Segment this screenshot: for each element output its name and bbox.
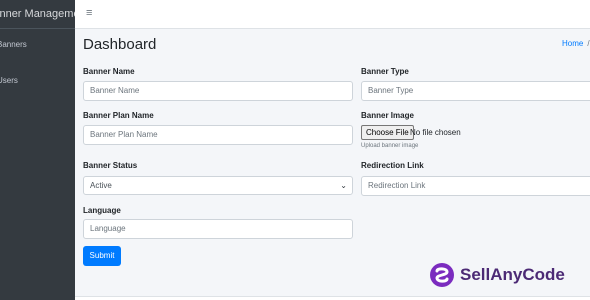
- sellanycode-logo-icon: [430, 263, 454, 287]
- banner-plan-name-input[interactable]: Banner Plan Name: [83, 125, 353, 145]
- banner-status-select[interactable]: Active ⌄: [83, 176, 353, 195]
- redirection-link-input[interactable]: Redirection Link: [361, 176, 590, 196]
- sidebar-item-label: Users: [0, 76, 18, 85]
- sidebar-item-label: Banners: [0, 40, 27, 49]
- sidebar: Banner Management Banners Users: [0, 0, 75, 300]
- page-title: Dashboard: [83, 36, 157, 53]
- banner-name-input[interactable]: Banner Name: [83, 81, 353, 101]
- footer: [75, 296, 590, 300]
- breadcrumb: Home /: [562, 39, 590, 48]
- sidebar-item-banners[interactable]: Banners: [0, 40, 27, 49]
- breadcrumb-separator: /: [587, 39, 590, 48]
- choose-file-button[interactable]: Choose File: [361, 125, 414, 140]
- banner-status-label: Banner Status: [83, 161, 138, 170]
- banner-image-label: Banner Image: [361, 111, 414, 120]
- banner-type-input[interactable]: Banner Type: [361, 81, 590, 101]
- hamburger-icon[interactable]: ≡: [86, 7, 92, 19]
- submit-button[interactable]: Submit: [83, 246, 121, 266]
- brand-text[interactable]: Banner Management: [0, 0, 75, 20]
- language-input[interactable]: Language: [83, 219, 353, 239]
- banner-name-label: Banner Name: [83, 67, 135, 76]
- brand[interactable]: Banner Management: [0, 0, 75, 29]
- file-status-text: No file chosen: [410, 128, 461, 137]
- redirection-link-label: Redirection Link: [361, 161, 424, 170]
- banner-image-help-text: Upload banner image: [361, 143, 419, 149]
- watermark: SellAnyCode: [428, 262, 565, 288]
- banner-type-label: Banner Type: [361, 67, 409, 76]
- banner-plan-name-label: Banner Plan Name: [83, 111, 154, 120]
- banner-status-value: Active: [90, 181, 112, 190]
- sidebar-item-users[interactable]: Users: [0, 76, 18, 85]
- topbar: ≡: [75, 0, 590, 29]
- breadcrumb-home-link[interactable]: Home: [562, 39, 583, 48]
- chevron-down-icon: ⌄: [340, 181, 347, 190]
- watermark-text: SellAnyCode: [460, 265, 565, 284]
- language-label: Language: [83, 206, 121, 215]
